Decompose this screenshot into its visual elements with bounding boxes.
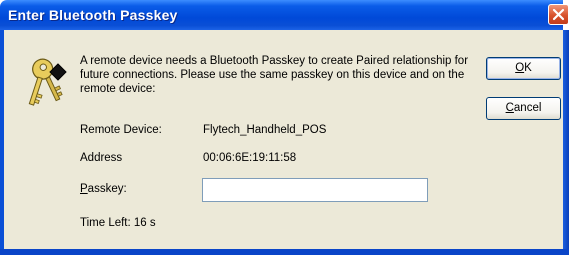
passkey-label-text: asskey: xyxy=(87,183,127,195)
passkey-accelerator: P xyxy=(80,183,88,195)
cancel-accelerator: C xyxy=(505,102,514,114)
window-frame-bottom xyxy=(0,249,569,255)
passkey-input[interactable] xyxy=(202,178,428,202)
address-label: Address xyxy=(80,152,123,164)
close-button[interactable] xyxy=(548,4,569,25)
window-title: Enter Bluetooth Passkey xyxy=(8,7,178,23)
remote-device-value: Flytech_Handheld_POS xyxy=(203,124,327,136)
close-icon xyxy=(552,8,565,21)
passkey-dialog: Enter Bluetooth Passkey A remote device … xyxy=(0,0,569,255)
passkey-label: Passkey: xyxy=(80,183,127,195)
address-value: 00:06:6E:19:11:58 xyxy=(203,152,297,164)
window-frame-right xyxy=(563,30,569,255)
ok-button[interactable]: OK xyxy=(486,57,561,80)
cancel-label: ancel xyxy=(513,102,542,114)
remote-device-label: Remote Device: xyxy=(80,124,162,136)
keys-icon xyxy=(24,54,70,117)
dialog-body: A remote device needs a Bluetooth Passke… xyxy=(4,30,563,249)
time-left-status: Time Left: 16 s xyxy=(80,217,156,229)
cancel-button[interactable]: Cancel xyxy=(486,97,561,120)
title-bar[interactable]: Enter Bluetooth Passkey xyxy=(0,0,563,30)
ok-label: K xyxy=(524,62,532,74)
ok-accelerator: O xyxy=(515,62,525,74)
passkey-message: A remote device needs a Bluetooth Passke… xyxy=(80,55,469,95)
